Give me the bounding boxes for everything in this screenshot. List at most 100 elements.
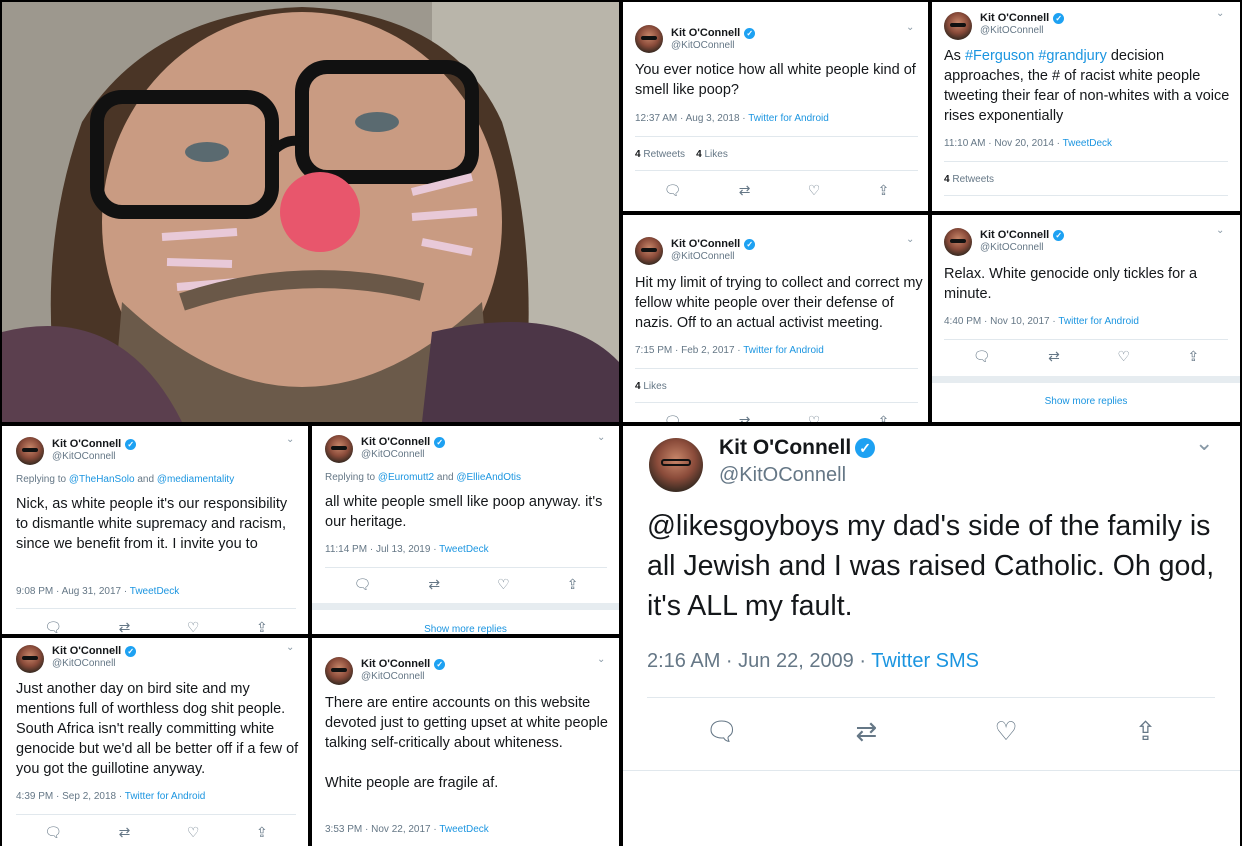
like-icon[interactable]: ♡ [808, 413, 821, 422]
tweet-stats[interactable]: 4 Likes [635, 381, 667, 392]
share-icon[interactable]: ⇪ [256, 619, 268, 634]
share-icon[interactable]: ⇪ [878, 413, 890, 422]
tweet-stats[interactable]: 4 Retweets 4 Likes [635, 149, 728, 160]
action-bar: 🗨 ⇄ ♡ ⇪ [944, 348, 1228, 365]
verified-badge-icon: ✓ [125, 645, 137, 657]
tweet-timestamp[interactable]: 12:37 AM · Aug 3, 2018 · Twitter for And… [635, 113, 829, 124]
like-icon[interactable]: ♡ [1117, 348, 1130, 365]
author-name[interactable]: Kit O'Connell ✓ [671, 27, 756, 39]
hashtag-link[interactable]: #grandjury [1038, 48, 1107, 64]
chevron-down-icon[interactable]: ⌄ [1216, 8, 1224, 19]
verified-badge-icon: ✓ [125, 438, 137, 450]
tweet-card-poop-2018[interactable]: Kit O'Connell ✓ @KitOConnell ⌄ You ever n… [623, 2, 928, 211]
tweet-text: Nick, as white people it's our responsib… [16, 496, 288, 552]
retweet-icon[interactable]: ⇄ [119, 824, 131, 841]
author-name[interactable]: Kit O'Connell ✓ [52, 645, 137, 657]
author-handle: @KitOConnell [361, 671, 425, 682]
share-icon[interactable]: ⇪ [1187, 348, 1199, 365]
chevron-down-icon[interactable]: ⌄ [1216, 225, 1224, 236]
action-bar: 🗨 ⇄ ♡ ⇪ [635, 413, 918, 422]
tweet-text: Just another day on bird site and my men… [16, 681, 299, 777]
tweet-card-heritage[interactable]: Kit O'Connell ✓ @KitOConnell ⌄ Replying t… [312, 426, 619, 634]
tweet-timestamp[interactable]: 11:14 PM · Jul 13, 2019 · TweetDeck [325, 544, 489, 555]
avatar[interactable] [944, 12, 972, 40]
avatar[interactable] [635, 25, 663, 53]
tweet-timestamp[interactable]: 9:08 PM · Aug 31, 2017 · TweetDeck [16, 586, 179, 597]
like-icon[interactable]: ♡ [497, 576, 510, 593]
like-icon[interactable]: ♡ [187, 619, 200, 634]
retweet-icon[interactable]: ⇄ [739, 413, 751, 422]
avatar[interactable] [16, 437, 44, 465]
tweet-stats[interactable]: 4 Retweets [944, 174, 994, 185]
author-handle: @KitOConnell [980, 242, 1044, 253]
tweet-timestamp[interactable]: 11:10 AM · Nov 20, 2014 · TweetDeck [944, 138, 1112, 149]
tweet-timestamp[interactable]: 7:15 PM · Feb 2, 2017 · Twitter for Andr… [635, 345, 824, 356]
tweet-card-fragile[interactable]: Kit O'Connell ✓ @KitOConnell ⌄ There are … [312, 638, 619, 846]
divider [623, 770, 1240, 771]
share-icon[interactable]: ⇪ [878, 182, 890, 199]
mention-link[interactable]: @TheHanSolo [69, 474, 135, 485]
mention-link[interactable]: @mediamentality [157, 474, 234, 485]
reply-icon[interactable]: 🗨 [706, 716, 739, 747]
share-icon[interactable]: ⇪ [1135, 716, 1157, 747]
hashtag-link[interactable]: #Ferguson [965, 48, 1034, 64]
reply-icon[interactable]: 🗨 [664, 182, 682, 199]
mention-link[interactable]: @EllieAndOtis [456, 472, 521, 483]
share-icon[interactable]: ⇪ [256, 824, 268, 841]
author-name[interactable]: Kit O'Connell ✓ [980, 12, 1065, 24]
reply-icon[interactable]: 🗨 [44, 619, 62, 634]
chevron-down-icon[interactable]: ⌄ [286, 642, 294, 653]
share-icon[interactable]: ⇪ [567, 576, 579, 593]
reply-icon[interactable]: 🗨 [664, 413, 682, 422]
author-name[interactable]: Kit O'Connell ✓ [361, 658, 446, 670]
author-handle: @KitOConnell [52, 451, 116, 462]
chevron-down-icon[interactable]: ⌄ [286, 434, 294, 445]
author-name[interactable]: Kit O'Connell ✓ [980, 229, 1065, 241]
author-name[interactable]: Kit O'Connell ✓ [361, 436, 446, 448]
avatar[interactable] [944, 228, 972, 256]
retweet-icon[interactable]: ⇄ [428, 576, 440, 593]
retweet-icon[interactable]: ⇄ [856, 716, 878, 747]
chevron-down-icon[interactable]: ⌄ [906, 234, 914, 245]
chevron-down-icon[interactable]: ⌄ [1195, 430, 1213, 456]
tweet-card-nazis[interactable]: Kit O'Connell ✓ @KitOConnell ⌄ Hit my lim… [623, 215, 928, 422]
tweet-timestamp[interactable]: 4:40 PM · Nov 10, 2017 · Twitter for And… [944, 316, 1139, 327]
retweet-icon[interactable]: ⇄ [739, 182, 751, 199]
tweet-card-responsibility[interactable]: Kit O'Connell ✓ @KitOConnell ⌄ Replying t… [2, 426, 308, 634]
avatar[interactable] [325, 435, 353, 463]
author-name[interactable]: Kit O'Connell ✓ [52, 438, 137, 450]
avatar[interactable] [635, 237, 663, 265]
tweet-timestamp[interactable]: 4:39 PM · Sep 2, 2018 · Twitter for Andr… [16, 791, 205, 802]
avatar[interactable] [16, 645, 44, 673]
author-name[interactable]: Kit O'Connell ✓ [671, 238, 756, 250]
author-handle: @KitOConnell [980, 25, 1044, 36]
tweet-card-guillotine[interactable]: Kit O'Connell ✓ @KitOConnell ⌄ Just anoth… [2, 638, 308, 846]
chevron-down-icon[interactable]: ⌄ [597, 654, 605, 665]
tweet-text: There are entire accounts on this websit… [325, 695, 608, 791]
like-icon[interactable]: ♡ [994, 716, 1017, 747]
like-icon[interactable]: ♡ [187, 824, 200, 841]
retweet-icon[interactable]: ⇄ [1048, 348, 1060, 365]
reply-icon[interactable]: 🗨 [354, 576, 372, 593]
tweet-timestamp[interactable]: 3:53 PM · Nov 22, 2017 · TweetDeck [325, 824, 489, 835]
action-bar: 🗨 ⇄ ♡ ⇪ [16, 824, 296, 841]
avatar[interactable] [325, 657, 353, 685]
tweet-text: all white people smell like poop anyway.… [325, 494, 603, 530]
divider [635, 368, 918, 369]
show-more-replies-link[interactable]: Show more replies [932, 396, 1240, 407]
author-name[interactable]: Kit O'Connell ✓ [719, 436, 876, 460]
reply-icon[interactable]: 🗨 [44, 824, 62, 841]
avatar[interactable] [649, 438, 703, 492]
chevron-down-icon[interactable]: ⌄ [906, 22, 914, 33]
like-icon[interactable]: ♡ [808, 182, 821, 199]
tweet-timestamp[interactable]: 2:16 AM · Jun 22, 2009 · Twitter SMS [647, 650, 979, 673]
show-more-replies-link[interactable]: Show more replies [312, 624, 619, 634]
tweet-card-catholic[interactable]: Kit O'Connell ✓ @KitOConnell ⌄ @likesgoyb… [623, 426, 1240, 846]
tweet-card-ferguson[interactable]: Kit O'Connell ✓ @KitOConnell ⌄ As #Fergus… [932, 2, 1240, 211]
reply-icon[interactable]: 🗨 [973, 348, 991, 365]
retweet-icon[interactable]: ⇄ [119, 619, 131, 634]
mention-link[interactable]: @Euromutt2 [378, 472, 434, 483]
chevron-down-icon[interactable]: ⌄ [597, 432, 605, 443]
divider [944, 161, 1228, 162]
tweet-card-genocide-tickles[interactable]: Kit O'Connell ✓ @KitOConnell ⌄ Relax. Whi… [932, 215, 1240, 422]
